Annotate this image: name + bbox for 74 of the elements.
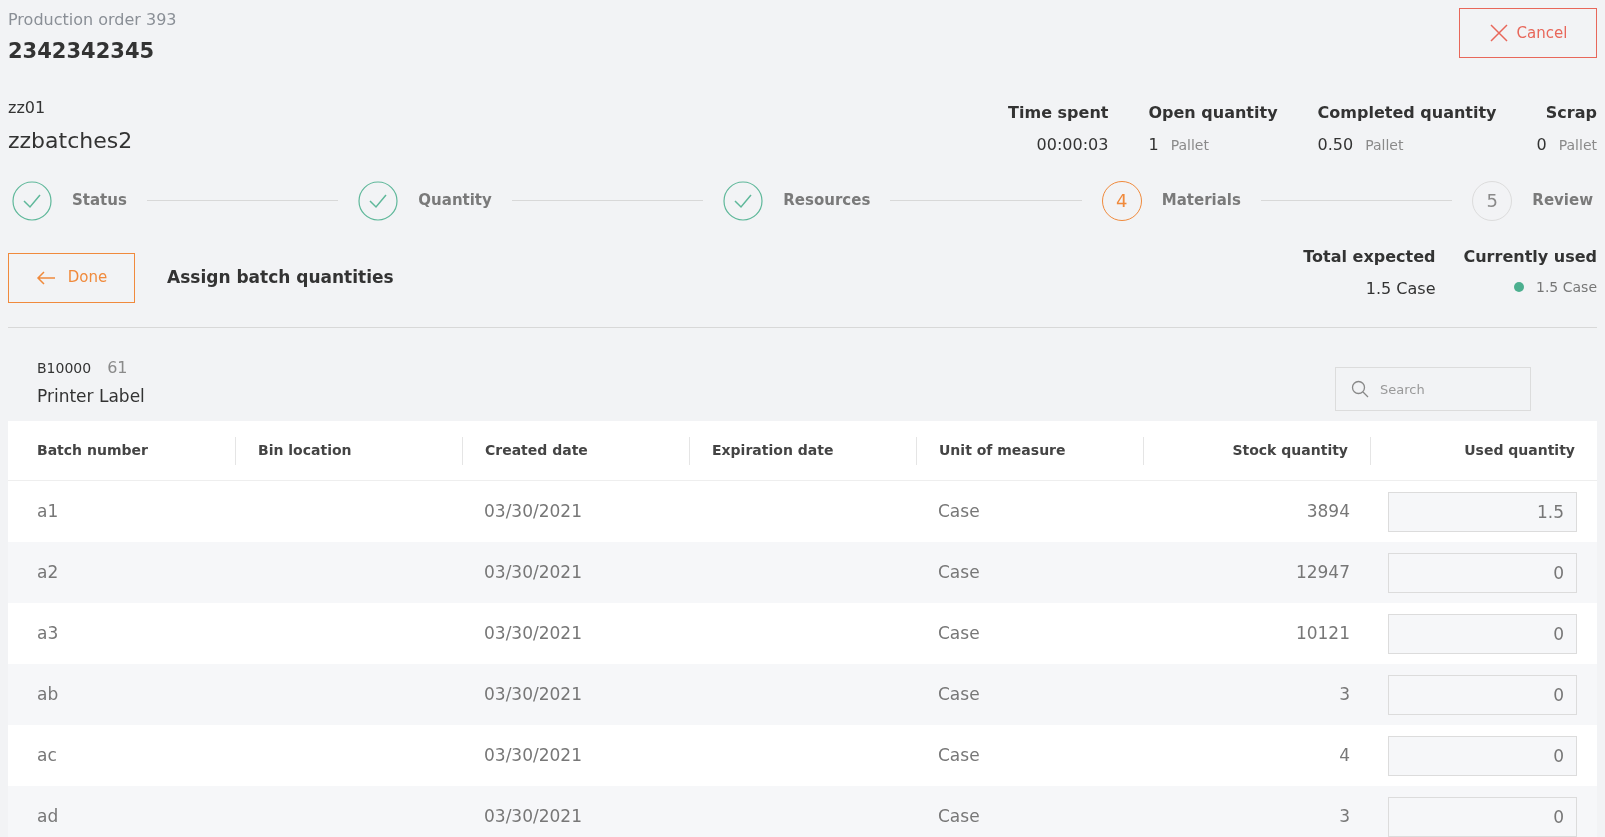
step-label[interactable]: Review bbox=[1532, 189, 1594, 212]
close-icon bbox=[1488, 23, 1509, 43]
table-cell-text: 03/30/2021 bbox=[483, 743, 583, 767]
column-header: Used quantity bbox=[1464, 441, 1575, 460]
table-cell-text: Case bbox=[937, 621, 981, 645]
search-field[interactable]: Search bbox=[1335, 367, 1531, 411]
stat-unit: Pallet bbox=[1558, 135, 1597, 155]
step-label[interactable]: Status bbox=[72, 189, 127, 212]
table-cell-text: Case bbox=[937, 682, 981, 706]
check-circle-icon bbox=[12, 180, 52, 221]
stat-value: 1 bbox=[1148, 133, 1159, 156]
quantity-input[interactable]: 0 bbox=[1388, 796, 1577, 837]
check-circle-icon bbox=[358, 180, 399, 221]
table-cell-text: 03/30/2021 bbox=[483, 682, 583, 706]
table-cell-text: ad bbox=[36, 804, 60, 828]
table-cell-text: 12947 bbox=[1294, 560, 1351, 584]
used-value: 1.5 Case bbox=[1536, 277, 1597, 297]
table-cell-text: Case bbox=[937, 560, 981, 584]
table-cell-text: 3 bbox=[1338, 682, 1351, 706]
section-title: Assign batch quantities bbox=[167, 265, 394, 289]
table-cell-text: 3894 bbox=[1305, 499, 1351, 523]
check-circle-icon bbox=[723, 180, 764, 221]
step-label[interactable]: Resources bbox=[783, 189, 871, 212]
used-label: Currently used bbox=[1463, 245, 1597, 268]
done-button[interactable]: Done bbox=[8, 252, 135, 303]
stat-value: 0.50 bbox=[1317, 133, 1354, 156]
material-count: 61 bbox=[107, 356, 128, 379]
subtitle: Production order 393 bbox=[8, 9, 177, 31]
item-code: zz01 bbox=[8, 96, 47, 119]
total-label: Total expected bbox=[1303, 245, 1436, 268]
column-header: Batch number bbox=[37, 441, 148, 460]
order-number: 2342342345 bbox=[8, 38, 156, 65]
column-header: Unit of measure bbox=[939, 441, 1066, 460]
stat-label: Open quantity bbox=[1148, 101, 1278, 124]
quantity-input[interactable]: 0 bbox=[1388, 674, 1577, 715]
table-cell-text: a3 bbox=[36, 621, 60, 645]
stat-label: Time spent bbox=[1008, 101, 1109, 124]
quantity-input[interactable]: 0 bbox=[1388, 552, 1577, 593]
table-cell-text: a1 bbox=[36, 499, 60, 523]
table-cell-text: a2 bbox=[36, 560, 60, 584]
quantity-input[interactable]: 0 bbox=[1388, 613, 1577, 654]
table-cell-text: 10121 bbox=[1294, 621, 1351, 645]
step-label[interactable]: Quantity bbox=[418, 189, 492, 212]
table-cell-text: 03/30/2021 bbox=[483, 560, 583, 584]
table-cell-text: 03/30/2021 bbox=[483, 804, 583, 828]
stat-unit: Pallet bbox=[1365, 135, 1404, 155]
column-header: Expiration date bbox=[712, 441, 834, 460]
column-header: Created date bbox=[485, 441, 588, 460]
arrow-left-icon bbox=[35, 269, 56, 286]
cancel-button[interactable]: Cancel bbox=[1459, 8, 1597, 58]
table-cell-text: Case bbox=[937, 499, 981, 523]
table-cell-text: 4 bbox=[1338, 743, 1351, 767]
step-label[interactable]: Materials bbox=[1161, 189, 1241, 212]
column-header: Bin location bbox=[258, 441, 352, 460]
table-cell-text: Case bbox=[937, 743, 981, 767]
stat-label: Scrap bbox=[1545, 101, 1597, 124]
total-value: 1.5 Case bbox=[1365, 277, 1436, 300]
material-code: B10000 bbox=[37, 358, 92, 378]
stat-value: 0 bbox=[1536, 133, 1547, 156]
stat-unit: Pallet bbox=[1170, 135, 1209, 155]
quantity-input[interactable]: 0 bbox=[1388, 735, 1577, 776]
search-icon bbox=[1351, 380, 1369, 398]
stat-value: 00:00:03 bbox=[1036, 133, 1109, 156]
table-cell-text: 3 bbox=[1338, 804, 1351, 828]
table-cell-text: 03/30/2021 bbox=[483, 499, 583, 523]
table-cell-text: ac bbox=[36, 743, 58, 767]
item-name: zzbatches2 bbox=[8, 126, 133, 155]
table-cell-text: 03/30/2021 bbox=[483, 621, 583, 645]
table-cell-text: ab bbox=[36, 682, 60, 706]
column-header: Stock quantity bbox=[1232, 441, 1348, 460]
stat-label: Completed quantity bbox=[1317, 101, 1497, 124]
material-name: Printer Label bbox=[37, 384, 145, 408]
table-cell-text: Case bbox=[937, 804, 981, 828]
quantity-input[interactable]: 1.5 bbox=[1388, 491, 1577, 532]
